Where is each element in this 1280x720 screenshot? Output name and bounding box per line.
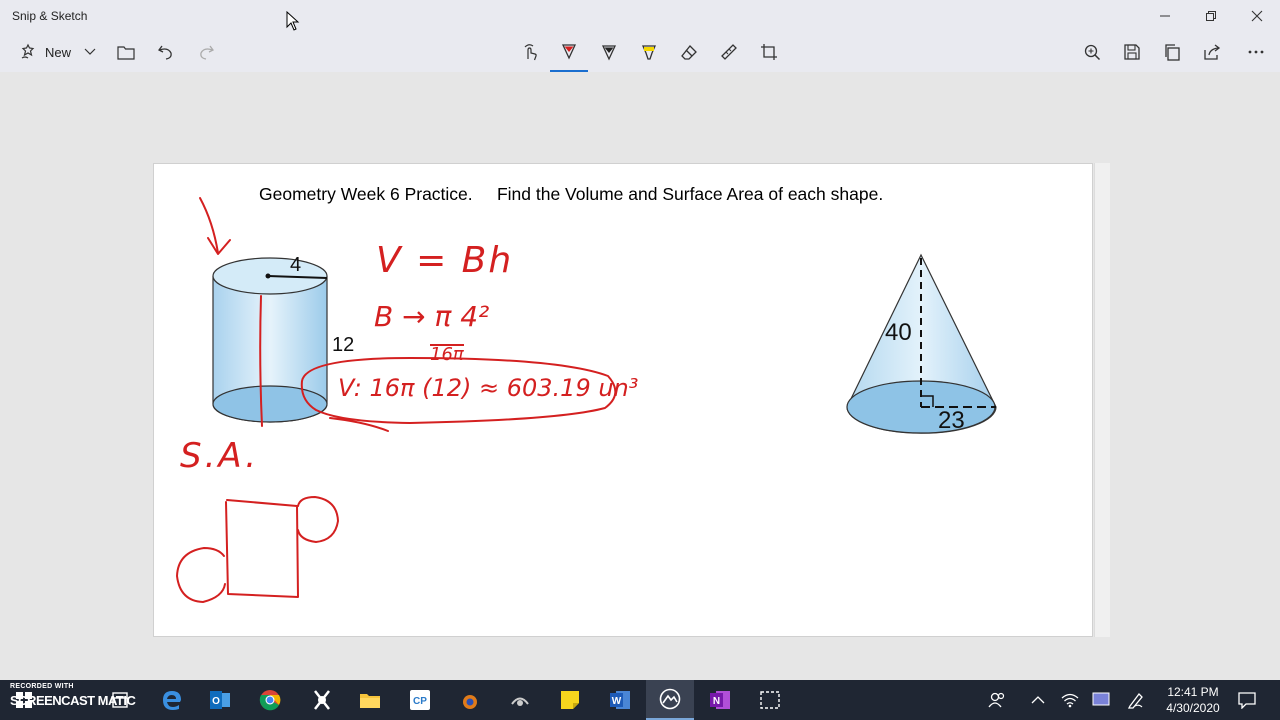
taskbar-file-explorer[interactable] <box>346 680 394 720</box>
taskbar-outlook[interactable]: O <box>196 680 244 720</box>
pen-workspace-button[interactable] <box>1124 680 1148 720</box>
taskbar-chrome[interactable] <box>246 680 294 720</box>
watermark-brand: SCREENCAST MATIC <box>10 693 136 708</box>
svg-text:N: N <box>713 696 720 707</box>
ink-arrow-head <box>207 237 231 255</box>
edge-icon <box>163 691 181 710</box>
network-button[interactable] <box>1058 680 1082 720</box>
ink-net-bottom-circle <box>176 547 226 603</box>
notification-icon <box>1238 692 1256 709</box>
action-center-button[interactable] <box>1234 680 1260 720</box>
snipping-tool-icon <box>760 691 780 709</box>
taskbar-onenote[interactable]: N <box>696 680 744 720</box>
ink-net-rectangle <box>225 499 299 598</box>
taskbar-snipping-tool[interactable] <box>746 680 794 720</box>
taskbar-sticky-notes[interactable] <box>546 680 594 720</box>
ink-volume-result: V: 16π (12) ≈ 603.19 un³ <box>338 374 639 402</box>
ink-base-value: 16π <box>430 344 464 365</box>
app-icon <box>511 697 529 706</box>
display-icon <box>1092 692 1110 706</box>
ink-layer <box>176 197 617 603</box>
people-button[interactable] <box>984 680 1010 720</box>
clock-date: 4/30/2020 <box>1166 701 1220 715</box>
ink-cylinder-line <box>259 295 263 427</box>
tray-app-button[interactable] <box>1088 680 1114 720</box>
file-explorer-icon <box>360 694 380 708</box>
snip-sketch-icon <box>659 688 681 710</box>
wifi-icon <box>1061 693 1079 708</box>
app-icon <box>314 690 330 710</box>
taskbar-word[interactable]: W <box>596 680 644 720</box>
watermark-caption: RECORDED WITH <box>10 683 74 690</box>
svg-text:O: O <box>212 696 220 707</box>
clock-time: 12:41 PM <box>1167 685 1219 699</box>
pen-workspace-icon <box>1127 693 1143 709</box>
ink-arrow-shaft <box>199 197 219 254</box>
word-icon: W <box>610 691 630 709</box>
ink-base-formula: B → π 4² <box>374 300 490 333</box>
chevron-up-icon <box>1031 696 1045 704</box>
taskbar-edge[interactable] <box>148 680 196 720</box>
system-clock[interactable]: 12:41 PM 4/30/2020 <box>1158 684 1228 716</box>
chrome-icon <box>259 690 281 711</box>
taskbar-app[interactable] <box>446 680 494 720</box>
app-icon: CP <box>410 690 430 710</box>
onenote-icon: N <box>710 691 730 709</box>
app-icon <box>463 695 477 709</box>
taskbar-app[interactable]: CP <box>396 680 444 720</box>
taskbar: O CP W N 12:41 PM 4/30/2020 <box>0 680 1280 720</box>
outlook-icon: O <box>210 691 230 709</box>
taskbar-app[interactable] <box>298 680 346 720</box>
svg-text:W: W <box>612 696 622 707</box>
people-icon <box>988 692 1005 708</box>
ink-volume-formula: V = Bh <box>376 240 514 281</box>
taskbar-app[interactable] <box>496 680 544 720</box>
sticky-notes-icon <box>561 691 579 709</box>
svg-text:CP: CP <box>413 696 427 707</box>
taskbar-snip-sketch[interactable] <box>646 680 694 720</box>
ink-surface-area-label: S.A. <box>180 436 260 476</box>
ink-net-top-circle <box>297 496 339 543</box>
show-hidden-icons-button[interactable] <box>1026 680 1050 720</box>
